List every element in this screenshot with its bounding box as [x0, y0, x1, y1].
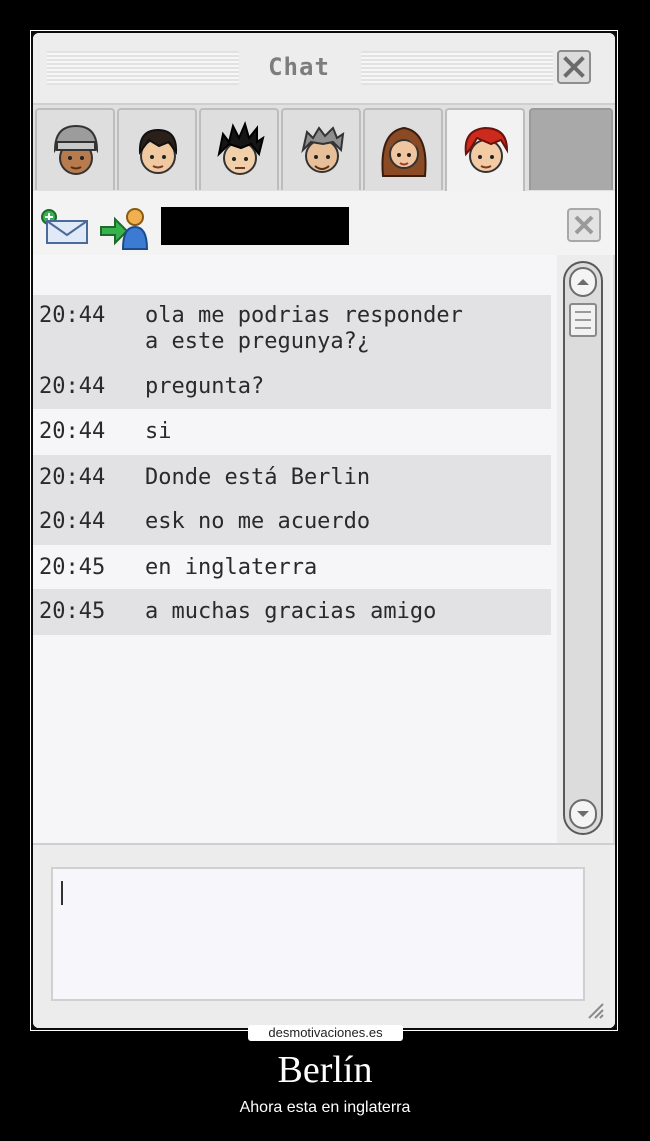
- tab-avatar-4[interactable]: [281, 108, 361, 190]
- message-text: en inglaterra: [145, 555, 318, 580]
- poster-subtitle: Ahora esta en inglaterra: [239, 1099, 411, 1116]
- message-text: Donde está Berlin: [145, 465, 371, 490]
- message-input[interactable]: [51, 867, 585, 1001]
- helmet-avatar-icon: [53, 124, 99, 175]
- message-row: 20:44 pregunta?: [33, 365, 551, 409]
- tab-avatar-1[interactable]: [35, 108, 115, 190]
- dark-hair-avatar-icon: [138, 128, 178, 174]
- message-row: 20:44 Donde está Berlin: [33, 455, 551, 499]
- message-time: 20:45: [39, 555, 106, 580]
- invite-mail-icon[interactable]: [39, 205, 91, 245]
- spiky-hair-avatar-icon: [217, 121, 265, 175]
- message-time: 20:44: [39, 374, 106, 399]
- message-time: 20:45: [39, 599, 106, 624]
- close-conversation-button[interactable]: [567, 208, 601, 242]
- message-text: si: [145, 419, 172, 444]
- chevron-down-icon: [577, 811, 589, 817]
- message-text: pregunta?: [145, 374, 265, 399]
- conversation-tabs: [33, 105, 615, 192]
- watermark: desmotivaciones.es: [248, 1025, 403, 1041]
- scroll-down-button[interactable]: [569, 799, 597, 829]
- scroll-up-button[interactable]: [569, 267, 597, 297]
- add-friend-icon[interactable]: [99, 205, 149, 251]
- window-title: Chat: [268, 53, 330, 81]
- close-window-button[interactable]: [557, 50, 591, 84]
- tab-avatar-5[interactable]: [363, 108, 443, 190]
- text-caret: [61, 881, 63, 905]
- close-icon: [563, 56, 585, 78]
- message-text: ola me podrias responder a este pregunya…: [145, 303, 463, 354]
- tab-avatar-3[interactable]: [199, 108, 279, 190]
- resize-grip-icon[interactable]: [585, 1000, 605, 1020]
- tab-avatar-2[interactable]: [117, 108, 197, 190]
- chat-toolbar: [33, 191, 615, 255]
- gray-hair-avatar-icon: [301, 126, 345, 173]
- close-icon: [574, 215, 594, 235]
- chevron-up-icon: [577, 279, 589, 285]
- message-scrollbar[interactable]: [563, 261, 603, 835]
- tab-avatar-6[interactable]: [445, 108, 525, 192]
- title-bar[interactable]: Chat: [33, 33, 615, 105]
- message-list[interactable]: 20:44 ola me podrias responder a este pr…: [33, 255, 557, 843]
- input-panel: [33, 845, 615, 1028]
- scroll-thumb[interactable]: [569, 303, 597, 337]
- message-text: esk no me acuerdo: [145, 509, 371, 534]
- chat-window: Chat 20:44 ola me podrias responder a es…: [33, 33, 615, 1028]
- message-time: 20:44: [39, 303, 106, 328]
- message-row: 20:45 a muchas gracias amigo: [33, 589, 551, 635]
- message-text: a muchas gracias amigo: [145, 599, 437, 624]
- red-hair-avatar-icon: [464, 126, 509, 173]
- message-row: 20:45 en inglaterra: [33, 545, 551, 589]
- message-time: 20:44: [39, 419, 106, 444]
- title-bar-grip-left[interactable]: [47, 51, 239, 85]
- message-row: 20:44 si: [33, 409, 551, 455]
- long-hair-avatar-icon: [381, 126, 427, 177]
- message-time: 20:44: [39, 465, 106, 490]
- message-row: 20:44 ola me podrias responder a este pr…: [33, 295, 551, 365]
- poster-title: Berlín: [277, 1049, 373, 1091]
- tab-empty[interactable]: [529, 108, 613, 190]
- user-name-box: [161, 207, 349, 245]
- message-row: 20:44 esk no me acuerdo: [33, 499, 551, 545]
- message-time: 20:44: [39, 509, 106, 534]
- title-bar-grip-right[interactable]: [361, 51, 553, 85]
